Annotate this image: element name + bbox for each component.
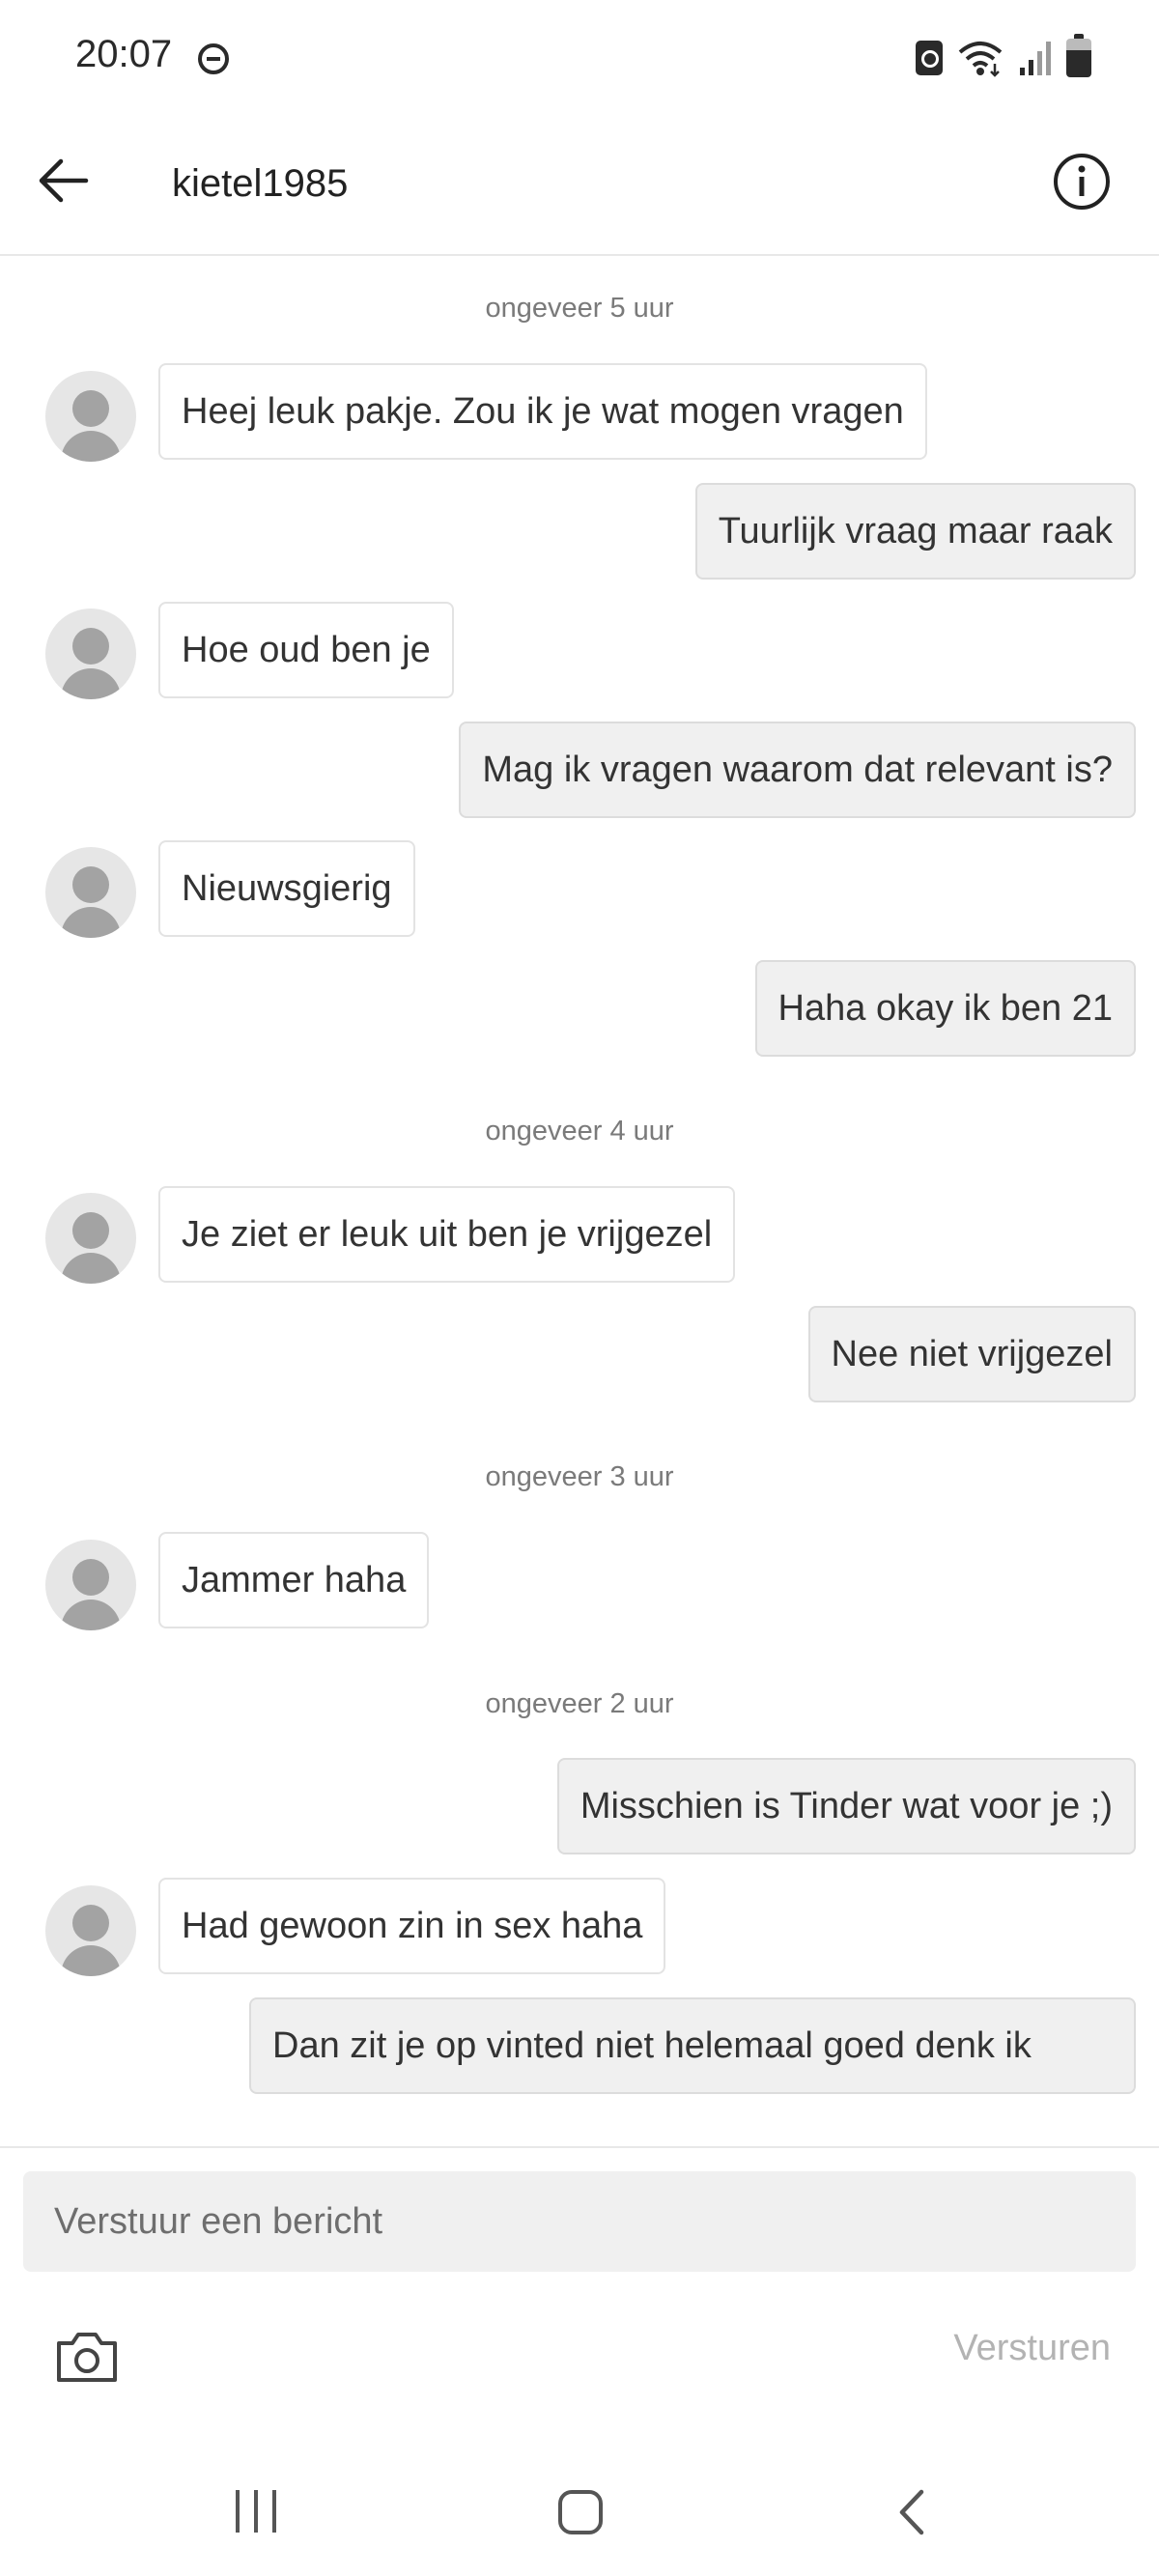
status-icons [916,34,1091,81]
avatar [45,371,136,462]
outgoing-message: Mag ik vragen waarom dat relevant is? [459,722,1136,818]
outgoing-message: Tuurlijk vraag maar raak [694,483,1136,580]
incoming-message: Heej leuk pakje. Zou ik je wat mogen vra… [158,363,927,460]
status-time: 20:07 [75,33,173,75]
outgoing-message: Nee niet vrijgezel [807,1306,1136,1402]
navigation-bar [0,2453,1159,2576]
message-thread[interactable]: ongeveer 5 uur Heej leuk pakje. Zou ik j… [0,258,1159,2146]
outgoing-message: Haha okay ik ben 21 [754,960,1136,1057]
send-button[interactable]: Versturen [953,2328,1111,2369]
chat-header: kietel1985 [0,116,1159,256]
timestamp: ongeveer 4 uur [485,1116,674,1146]
status-bar: 20:07 [0,0,1159,116]
timestamp: ongeveer 3 uur [485,1461,674,1492]
back-icon[interactable] [889,2488,937,2536]
home-icon[interactable] [558,2490,603,2534]
outgoing-message: Misschien is Tinder wat voor je ;) [556,1758,1136,1854]
info-button[interactable] [1043,143,1120,220]
battery-icon [1066,34,1091,77]
wifi-icon [958,42,1003,77]
incoming-message: Jammer haha [158,1532,430,1628]
recent-apps-icon[interactable] [232,2490,280,2538]
incoming-message: Nieuwsgierig [158,840,415,937]
timestamp: ongeveer 2 uur [485,1688,674,1719]
camera-icon [57,2333,117,2382]
incoming-message: Hoe oud ben je [158,602,454,698]
arrow-left-icon [39,158,89,203]
chat-partner-name[interactable]: kietel1985 [172,155,348,212]
avatar [45,1540,136,1630]
avatar [45,609,136,699]
recycle-icon [916,41,943,75]
avatar [45,1885,136,1976]
do-not-disturb-icon [198,43,229,74]
avatar [45,847,136,938]
camera-button[interactable] [48,2323,126,2391]
outgoing-message: Dan zit je op vinted niet helemaal goed … [249,1997,1136,2094]
signal-icon [1020,42,1051,75]
composer-divider [0,2146,1159,2148]
message-input[interactable] [23,2171,1136,2272]
incoming-message: Had gewoon zin in sex haha [158,1878,666,1974]
incoming-message: Je ziet er leuk uit ben je vrijgezel [158,1186,736,1283]
timestamp: ongeveer 5 uur [485,293,674,324]
avatar [45,1193,136,1284]
info-circle-icon [1054,154,1110,210]
back-button[interactable] [29,147,97,214]
